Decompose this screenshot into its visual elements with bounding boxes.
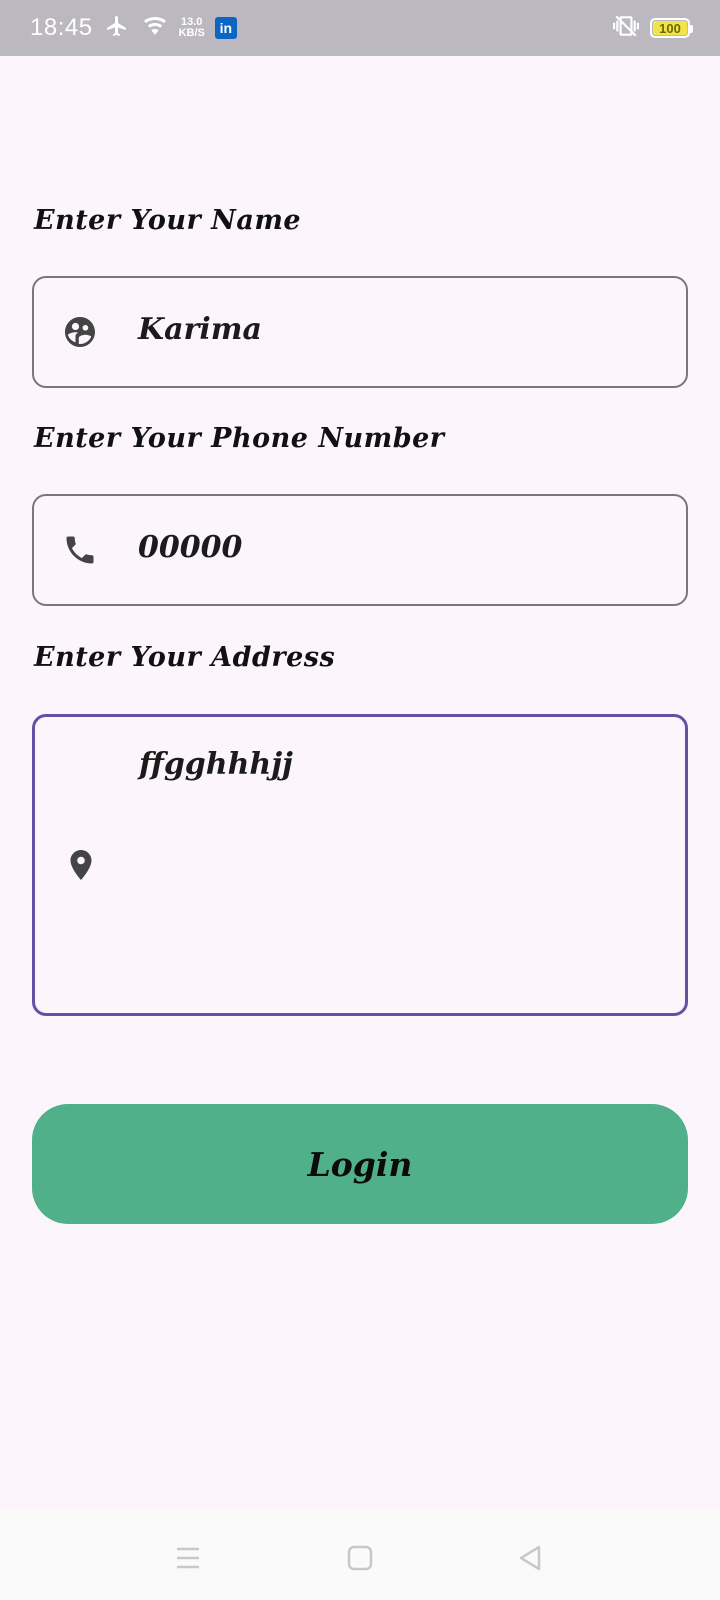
address-value: ffgghhhjj bbox=[139, 747, 293, 782]
login-button[interactable]: Login bbox=[32, 1104, 688, 1224]
navigation-bar bbox=[0, 1510, 720, 1600]
phone-icon bbox=[62, 532, 98, 568]
network-speed-unit: KB/S bbox=[178, 27, 205, 39]
wifi-icon bbox=[141, 14, 169, 43]
face-icon bbox=[62, 314, 98, 350]
vibrate-off-icon bbox=[612, 13, 640, 44]
network-speed: 13.0 KB/S bbox=[179, 17, 205, 39]
location-pin-icon bbox=[63, 847, 99, 883]
battery-icon: 100 bbox=[650, 18, 693, 38]
menu-icon[interactable] bbox=[168, 1538, 208, 1578]
name-value: Karima bbox=[138, 312, 262, 347]
status-left-icons: 13.0 KB/S in bbox=[103, 14, 237, 43]
back-icon[interactable] bbox=[510, 1538, 550, 1578]
name-label: Enter Your Name bbox=[34, 205, 302, 236]
linkedin-icon: in bbox=[214, 17, 237, 39]
status-right-icons: 100 bbox=[612, 13, 693, 44]
phone-field[interactable]: 00000 bbox=[32, 494, 688, 606]
address-field[interactable]: ffgghhhjj bbox=[32, 714, 688, 1016]
status-bar: 18:45 13.0 KB/S in 100 bbox=[0, 0, 720, 56]
name-field[interactable]: Karima bbox=[32, 276, 688, 388]
phone-value: 00000 bbox=[138, 530, 243, 565]
phone-label: Enter Your Phone Number bbox=[34, 423, 445, 454]
home-icon[interactable] bbox=[340, 1538, 380, 1578]
address-label: Enter Your Address bbox=[34, 642, 336, 673]
status-time: 18:45 bbox=[30, 14, 93, 41]
airplane-icon bbox=[103, 14, 131, 43]
battery-level: 100 bbox=[653, 21, 687, 36]
